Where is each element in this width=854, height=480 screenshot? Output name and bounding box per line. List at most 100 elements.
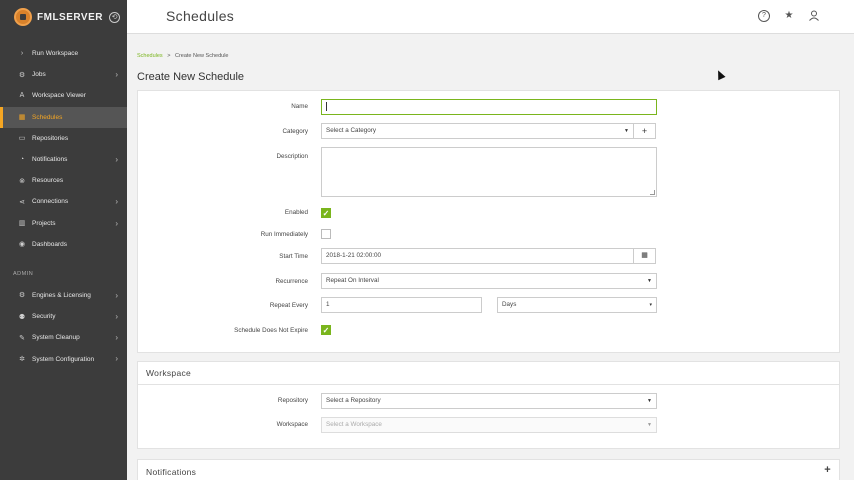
sidebar-item-workspace-viewer[interactable]: A Workspace Viewer	[0, 85, 127, 106]
page-header-title: Schedules	[166, 8, 235, 24]
repository-select[interactable]: Select a Repository ▼	[321, 393, 657, 409]
sidebar-item-label: Engines & Licensing	[32, 291, 91, 299]
workspace-select[interactable]: Select a Workspace ▼	[321, 417, 657, 433]
sidebar: FMLSERVER ⟲ › Run Workspace ⚙ Jobs › A Workspa…	[0, 0, 127, 480]
sidebar-item-run-workspace[interactable]: › Run Workspace	[0, 43, 127, 64]
sidebar-item-label: System Cleanup	[32, 334, 80, 342]
sidebar-item-label: Workspace Viewer	[32, 92, 86, 100]
schedule-form-card: Name Category Select a Category ▼ + Descr…	[137, 90, 840, 353]
start-time-value: 2018-1-21 02:00:00	[326, 252, 381, 259]
sidebar-item-system-cleanup[interactable]: ✎ System Cleanup ›	[0, 327, 127, 348]
fme-logo-icon	[14, 8, 32, 26]
chevron-down-icon: ▼	[647, 398, 652, 404]
sidebar-item-label: Dashboards	[32, 240, 68, 248]
category-select[interactable]: Select a Category ▼	[321, 123, 634, 139]
config-icon: ✲	[19, 356, 25, 364]
repeat-every-input[interactable]: 1	[321, 297, 482, 313]
no-expire-checkbox[interactable]: ✓	[321, 325, 331, 335]
sidebar-item-jobs[interactable]: ⚙ Jobs ›	[0, 64, 127, 85]
mouse-cursor-icon	[714, 68, 726, 81]
sidebar-item-label: Resources	[32, 177, 64, 185]
expand-plus-icon[interactable]: +	[824, 464, 831, 476]
notifications-section-title: Notifications	[146, 466, 197, 477]
folder-icon: ▭	[18, 135, 26, 143]
sidebar-item-system-configuration[interactable]: ✲ System Configuration ›	[0, 348, 127, 369]
repository-value: Select a Repository	[326, 397, 381, 404]
resources-icon: ⊗	[19, 177, 25, 185]
sidebar-item-notifications[interactable]: ◔ Notifications ›	[0, 149, 127, 170]
sidebar-item-resources[interactable]: ⊗ Resources	[0, 170, 127, 191]
start-time-input[interactable]: 2018-1-21 02:00:00	[321, 248, 634, 264]
sidebar-item-dashboards[interactable]: ◉ Dashboards	[0, 234, 127, 255]
breadcrumb: Schedules > Create New Schedule	[137, 53, 228, 59]
sidebar-item-label: Projects	[32, 219, 56, 227]
chevron-right-icon: ›	[115, 70, 118, 80]
run-immediately-checkbox[interactable]	[321, 229, 331, 239]
repeat-every-label: Repeat Every	[269, 302, 308, 309]
add-category-button[interactable]: +	[634, 123, 656, 139]
description-label: Description	[276, 153, 309, 160]
sidebar-item-engines-and-licensing[interactable]: ⚙ Engines & Licensing ›	[0, 285, 127, 306]
sidebar-item-label: Notifications	[32, 156, 68, 164]
plus-icon: +	[641, 126, 648, 136]
favorites-icon[interactable]: ★	[783, 10, 795, 22]
calendar-icon: ▦	[641, 252, 648, 259]
breadcrumb-current: Create New Schedule	[174, 53, 229, 59]
name-label: Name	[291, 103, 308, 110]
cleanup-icon: ✎	[19, 334, 25, 342]
category-label: Category	[282, 128, 308, 135]
check-icon: ✓	[322, 209, 330, 218]
projects-icon: ▥	[18, 220, 26, 228]
user-icon[interactable]	[808, 10, 820, 22]
workspace-card: Workspace Repository Select a Repository…	[137, 361, 840, 449]
recurrence-select[interactable]: Repeat On Interval ▼	[321, 273, 657, 289]
chevron-down-icon: ▼	[624, 128, 629, 134]
breadcrumb-separator: >	[167, 53, 171, 59]
check-icon: ✓	[322, 326, 330, 335]
description-textarea[interactable]	[321, 147, 657, 197]
sidebar-item-label: Jobs	[32, 71, 46, 79]
sidebar-item-schedules[interactable]: ▦ Schedules	[0, 106, 127, 128]
admin-section-label: ADMIN	[13, 271, 34, 278]
logo-row: FMLSERVER ⟲	[0, 0, 127, 34]
enabled-checkbox[interactable]: ✓	[321, 208, 331, 218]
notifications-section-header[interactable]: Notifications +	[138, 460, 839, 480]
repeat-unit-select[interactable]: Days ▾	[497, 297, 657, 313]
sidebar-item-projects[interactable]: ▥ Projects ›	[0, 213, 127, 234]
connections-icon: ⋖	[19, 198, 25, 206]
chevron-down-icon: ▾	[649, 302, 652, 308]
breadcrumb-schedules-link[interactable]: Schedules	[137, 53, 163, 59]
dashboard-icon: ◉	[18, 241, 26, 249]
repeat-every-value: 1	[326, 301, 330, 308]
run-icon: ›	[20, 50, 24, 58]
chevron-right-icon: ›	[115, 333, 118, 343]
notifications-card: Notifications +	[137, 459, 840, 480]
sidebar-nav: › Run Workspace ⚙ Jobs › A Workspace Viewer ▦ Sc…	[0, 43, 127, 370]
viewer-icon: A	[19, 92, 25, 100]
category-value: Select a Category	[326, 127, 377, 134]
workspace-section-title: Workspace	[146, 368, 192, 378]
chevron-right-icon: ›	[115, 197, 118, 207]
sidebar-item-security[interactable]: ⚉ Security ›	[0, 306, 127, 327]
chevron-right-icon: ›	[115, 290, 118, 300]
chevron-right-icon: ›	[115, 154, 118, 164]
start-time-label: Start Time	[279, 253, 308, 260]
calendar-button[interactable]: ▦	[634, 248, 656, 264]
recurrence-value: Repeat On Interval	[326, 277, 379, 284]
name-input[interactable]	[321, 99, 657, 115]
engines-icon: ⚙	[18, 292, 26, 300]
header: Schedules ? ★	[127, 0, 854, 34]
help-icon[interactable]: ?	[758, 10, 770, 22]
back-icon[interactable]: ⟲	[109, 11, 120, 23]
jobs-icon: ⚙	[18, 71, 26, 79]
sidebar-item-connections[interactable]: ⋖ Connections ›	[0, 191, 127, 212]
security-icon: ⚉	[18, 313, 26, 321]
logo-text: FMLSERVER	[37, 11, 103, 23]
recurrence-label: Recurrence	[275, 278, 308, 285]
sidebar-item-label: System Configuration	[32, 355, 95, 363]
sidebar-item-label: Security	[32, 313, 56, 321]
resize-handle[interactable]	[650, 190, 655, 195]
bell-icon: ◔	[19, 156, 25, 164]
page-title: Create New Schedule	[137, 71, 245, 83]
sidebar-item-repositories[interactable]: ▭ Repositories	[0, 128, 127, 149]
